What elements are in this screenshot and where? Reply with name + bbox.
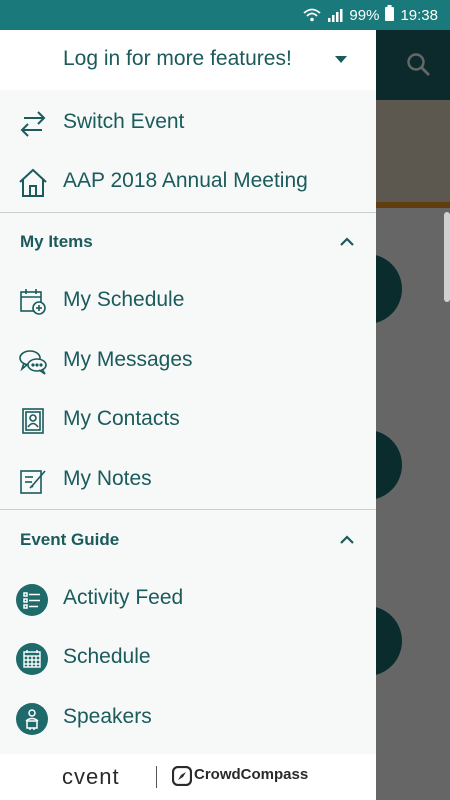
wifi-icon	[303, 8, 322, 22]
signal-icon	[327, 8, 343, 22]
logo-separator	[156, 766, 157, 788]
home-icon	[18, 168, 48, 198]
speaker-podium-icon	[16, 703, 48, 735]
login-header[interactable]: Log in for more features!	[0, 30, 376, 90]
my-schedule-label: My Schedule	[63, 288, 185, 311]
section-title: My Items	[20, 232, 93, 251]
event-name-label: AAP 2018 Annual Meeting	[63, 169, 308, 192]
calendar-add-icon	[18, 287, 48, 317]
my-notes-item[interactable]: My Notes	[0, 455, 376, 507]
my-items-section-header[interactable]: My Items	[0, 222, 376, 262]
section-title: Event Guide	[20, 530, 120, 549]
event-home-item[interactable]: AAP 2018 Annual Meeting	[0, 157, 376, 209]
my-messages-item[interactable]: My Messages	[0, 336, 376, 388]
dropdown-caret-icon	[335, 56, 347, 63]
crowdcompass-logo-icon	[171, 765, 193, 787]
status-bar: 99% 19:38	[0, 0, 450, 30]
divider	[0, 212, 376, 213]
chevron-up-icon	[338, 233, 356, 251]
battery-icon	[385, 5, 395, 25]
schedule-label: Schedule	[63, 645, 151, 668]
my-messages-label: My Messages	[63, 348, 193, 371]
clock: 19:38	[400, 6, 438, 24]
schedule-item[interactable]: Schedule	[0, 633, 376, 685]
chat-bubbles-icon	[18, 347, 48, 377]
my-contacts-item[interactable]: My Contacts	[0, 395, 376, 447]
speakers-label: Speakers	[63, 705, 152, 728]
divider	[0, 509, 376, 510]
crowdcompass-wordmark: CrowdCompass	[194, 766, 309, 783]
battery-percent: 99%	[349, 6, 380, 24]
swap-arrows-icon	[18, 109, 48, 139]
speakers-item[interactable]: Speakers	[0, 693, 376, 745]
note-pencil-icon	[18, 466, 48, 496]
scroll-indicator	[444, 212, 450, 302]
navigation-drawer: Log in for more features! Switch Event A…	[0, 30, 376, 800]
calendar-grid-icon	[16, 643, 48, 675]
activity-feed-icon	[16, 584, 48, 616]
drawer-footer: cvent CrowdCompass	[0, 754, 376, 800]
cvent-logo: cvent	[62, 764, 120, 789]
switch-event-item[interactable]: Switch Event	[0, 98, 376, 150]
event-guide-section-header[interactable]: Event Guide	[0, 520, 376, 560]
activity-feed-item[interactable]: Activity Feed	[0, 574, 376, 626]
my-schedule-item[interactable]: My Schedule	[0, 276, 376, 328]
contact-card-icon	[18, 406, 48, 436]
login-prompt: Log in for more features!	[63, 47, 292, 70]
activity-feed-label: Activity Feed	[63, 586, 184, 609]
switch-event-label: Switch Event	[63, 110, 185, 133]
chevron-up-icon	[338, 531, 356, 549]
my-notes-label: My Notes	[63, 467, 152, 490]
my-contacts-label: My Contacts	[63, 407, 180, 430]
